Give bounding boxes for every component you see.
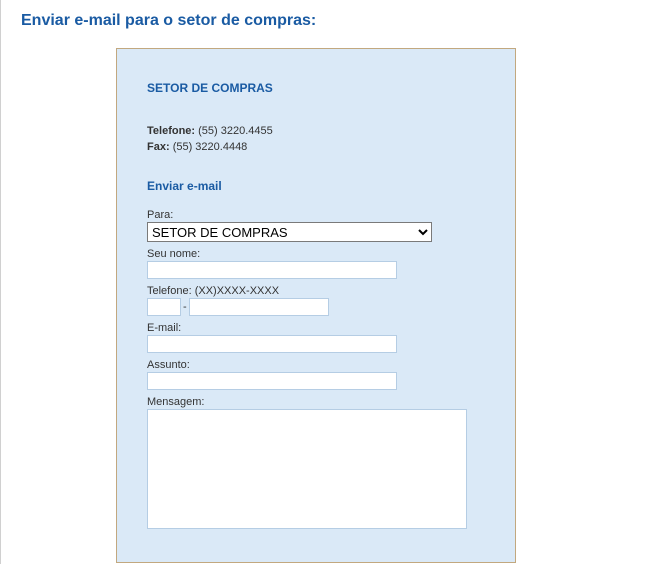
phone-value: (55) 3220.4455 bbox=[198, 125, 273, 137]
fax-value: (55) 3220.4448 bbox=[173, 141, 248, 153]
assunto-label: Assunto: bbox=[147, 359, 485, 371]
contact-phone: Telefone: (55) 3220.4455 bbox=[147, 125, 485, 137]
para-select[interactable]: SETOR DE COMPRAS bbox=[147, 222, 432, 242]
fax-label: Fax: bbox=[147, 141, 170, 153]
form-subheader: Enviar e-mail bbox=[147, 179, 485, 193]
page-title: Enviar e-mail para o setor de compras: bbox=[21, 12, 649, 30]
telefone-dash: - bbox=[183, 301, 187, 313]
email-form-card: SETOR DE COMPRAS Telefone: (55) 3220.445… bbox=[116, 48, 516, 563]
contact-fax: Fax: (55) 3220.4448 bbox=[147, 141, 485, 153]
assunto-input[interactable] bbox=[147, 372, 397, 390]
nome-input[interactable] bbox=[147, 261, 397, 279]
mensagem-textarea[interactable] bbox=[147, 409, 467, 529]
mensagem-label: Mensagem: bbox=[147, 396, 485, 408]
email-label: E-mail: bbox=[147, 322, 485, 334]
para-label: Para: bbox=[147, 209, 485, 221]
section-header: SETOR DE COMPRAS bbox=[147, 81, 485, 95]
telefone-ddd-input[interactable] bbox=[147, 298, 181, 316]
telefone-label: Telefone: (XX)XXXX-XXXX bbox=[147, 285, 485, 297]
telefone-num-input[interactable] bbox=[189, 298, 329, 316]
phone-label: Telefone: bbox=[147, 125, 195, 137]
nome-label: Seu nome: bbox=[147, 248, 485, 260]
email-input[interactable] bbox=[147, 335, 397, 353]
